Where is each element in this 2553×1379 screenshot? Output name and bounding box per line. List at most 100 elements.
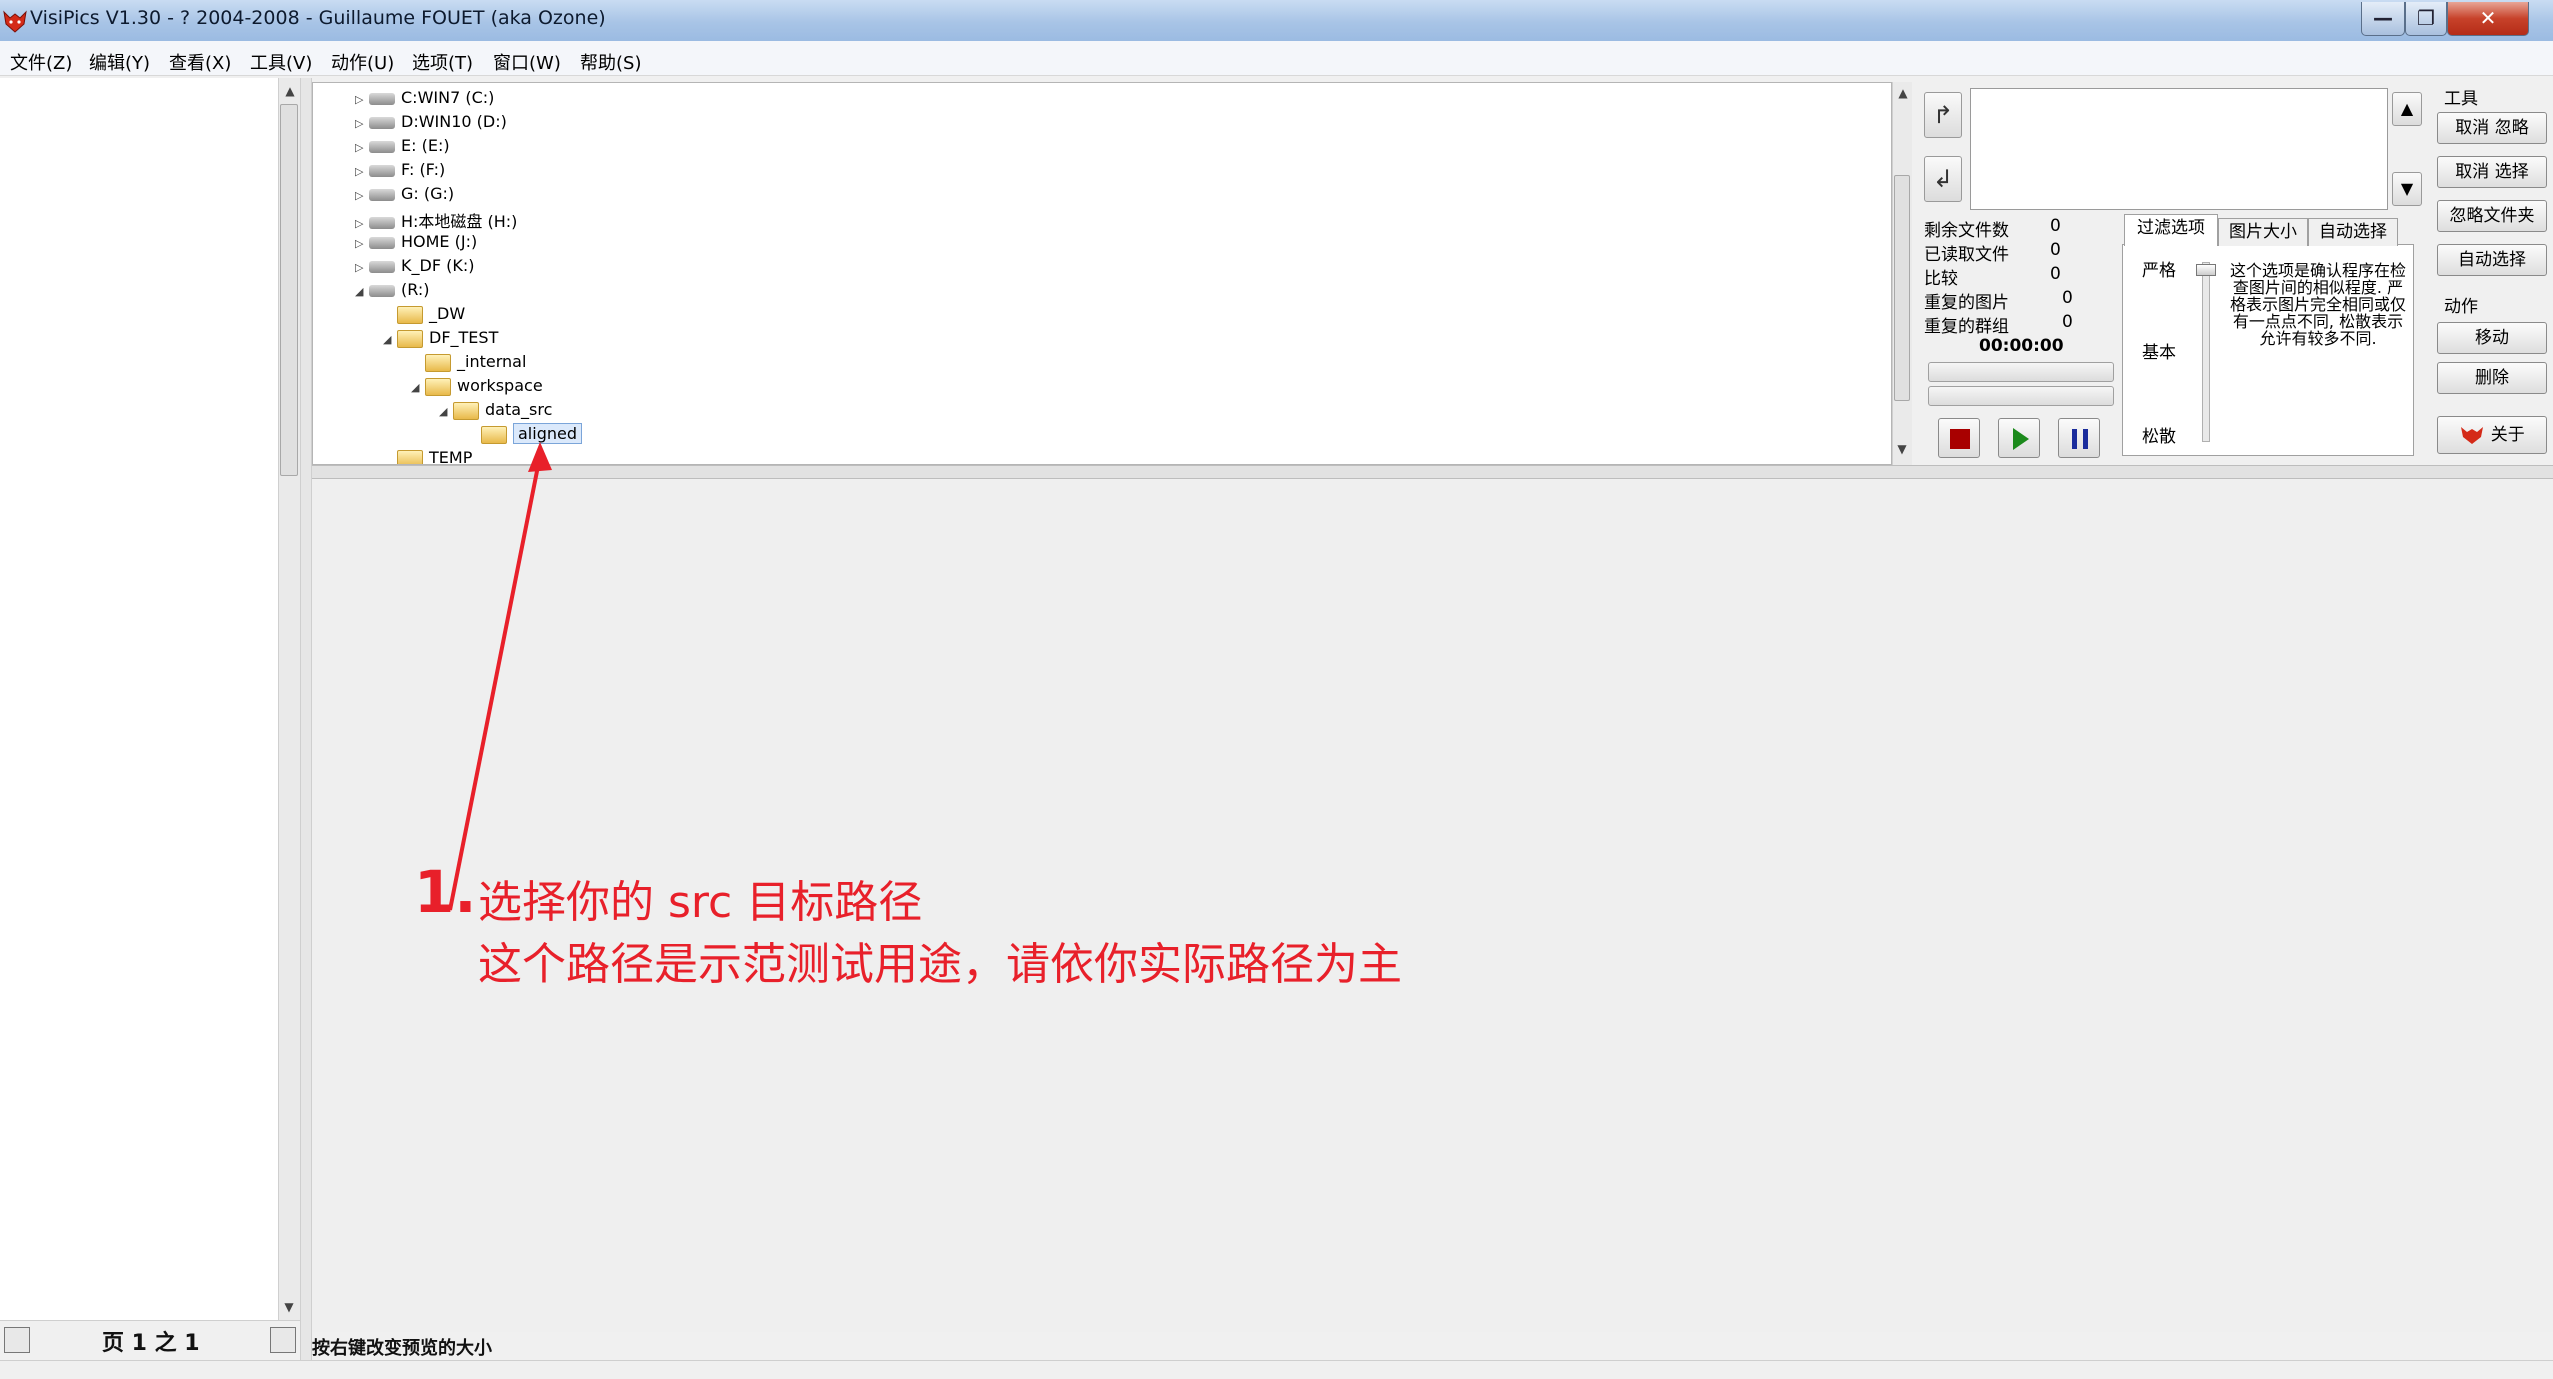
- tree-item[interactable]: ▷ H:本地磁盘 (H:): [355, 208, 517, 232]
- tab-image-size[interactable]: 图片大小: [2218, 218, 2308, 246]
- move-down-icon[interactable]: ▼: [2392, 172, 2422, 206]
- scroll-down-icon[interactable]: ▼: [278, 1300, 300, 1314]
- tree-item[interactable]: _internal: [411, 352, 526, 376]
- remove-folder-icon[interactable]: ↲: [1924, 156, 1962, 202]
- vertical-splitter[interactable]: [300, 78, 312, 1360]
- duplicate-pictures-value: 0: [2062, 288, 2073, 308]
- next-page-icon[interactable]: [270, 1327, 296, 1353]
- duplicate-groups-value: 0: [2062, 312, 2073, 332]
- close-button[interactable]: ✕: [2447, 2, 2529, 36]
- tree-item[interactable]: ◢ DF_TEST: [383, 328, 498, 352]
- status-bar: [0, 1360, 2553, 1379]
- drive-icon: [369, 164, 395, 177]
- delete-button[interactable]: 删除: [2437, 362, 2547, 394]
- menu-window[interactable]: 窗口(W): [493, 49, 561, 75]
- expand-icon[interactable]: ▷: [355, 117, 369, 130]
- scan-path-list[interactable]: [1970, 88, 2388, 210]
- tree-item[interactable]: _DW: [383, 304, 465, 328]
- tree-item[interactable]: ◢ workspace: [411, 376, 543, 400]
- minimize-button[interactable]: —: [2361, 2, 2405, 36]
- collapse-icon[interactable]: ◢: [355, 285, 369, 298]
- filter-slider-handle[interactable]: [2196, 264, 2216, 276]
- menu-file[interactable]: 文件(Z): [10, 49, 72, 75]
- menu-edit[interactable]: 编辑(Y): [89, 49, 150, 75]
- tab-filter-options[interactable]: 过滤选项: [2124, 214, 2218, 246]
- collapse-icon[interactable]: ◢: [383, 333, 397, 346]
- play-icon: [2013, 428, 2029, 450]
- tree-item[interactable]: ◢ (R:): [355, 280, 430, 304]
- read-files-value: 0: [2050, 240, 2061, 260]
- annotation-arrow: [448, 442, 552, 911]
- tree-scroll-thumb[interactable]: [1894, 175, 1910, 401]
- loose-label: 松散: [2142, 427, 2176, 447]
- read-files-label: 已读取文件: [1924, 245, 2009, 265]
- cancel-select-button[interactable]: 取消 选择: [2437, 156, 2547, 188]
- preview-hint: 按右键改变预览的大小: [312, 1338, 492, 1359]
- filter-description: 这个选项是确认程序在检查图片间的相似程度. 严格表示图片完全相同或仅有一点点不同…: [2229, 261, 2406, 348]
- collapse-icon[interactable]: ◢: [411, 381, 425, 394]
- tree-item[interactable]: ▷ C:WIN7 (C:): [355, 88, 494, 112]
- auto-select-button[interactable]: 自动选择: [2437, 244, 2547, 276]
- expand-icon[interactable]: ▷: [355, 165, 369, 178]
- tree-item[interactable]: ▷ D:WIN10 (D:): [355, 112, 507, 136]
- menu-help[interactable]: 帮助(S): [580, 49, 641, 75]
- filter-slider-track[interactable]: [2202, 262, 2210, 442]
- annotation-step-number: 1.: [414, 858, 477, 926]
- basic-label: 基本: [2142, 343, 2176, 363]
- folder-tree[interactable]: ▷ C:WIN7 (C:) ▷ D:WIN10 (D:) ▷ E: (E:) ▷ F: …: [312, 82, 1892, 465]
- expand-icon[interactable]: ▷: [355, 237, 369, 250]
- tree-item[interactable]: ◢ data_src: [439, 400, 552, 424]
- tree-item[interactable]: ▷ K_DF (K:): [355, 256, 474, 280]
- app-logo-icon: [3, 10, 27, 33]
- prev-page-icon[interactable]: [4, 1327, 30, 1353]
- move-button[interactable]: 移动: [2437, 322, 2547, 354]
- scroll-down-icon[interactable]: ▼: [1892, 442, 1912, 456]
- tools-group-label: 工具: [2444, 89, 2478, 109]
- drive-icon: [369, 116, 395, 129]
- annotation-line-1: 选择你的 src 目标路径: [478, 877, 923, 928]
- compare-label: 比较: [1924, 269, 1958, 289]
- menu-view[interactable]: 查看(X): [169, 49, 231, 75]
- duplicate-groups-label: 重复的群组: [1924, 317, 2009, 337]
- fox-logo-icon: [2461, 427, 2484, 444]
- expand-icon[interactable]: ▷: [355, 93, 369, 106]
- expand-icon[interactable]: ▷: [355, 141, 369, 154]
- tab-auto-select[interactable]: 自动选择: [2308, 218, 2398, 246]
- stop-button[interactable]: [1938, 418, 1980, 458]
- tree-item[interactable]: ▷ E: (E:): [355, 136, 450, 160]
- expand-icon[interactable]: ▷: [355, 217, 369, 230]
- thumbnail-scroll-thumb[interactable]: [280, 104, 298, 476]
- maximize-button[interactable]: ❐: [2405, 2, 2447, 36]
- menu-tools[interactable]: 工具(V): [250, 49, 312, 75]
- folder-icon: [397, 449, 423, 464]
- pause-icon: [2072, 429, 2088, 449]
- move-up-icon[interactable]: ▲: [2392, 92, 2422, 126]
- tree-item[interactable]: ▷ G: (G:): [355, 184, 454, 208]
- compare-value: 0: [2050, 264, 2061, 284]
- elapsed-timer: 00:00:00: [1979, 336, 2064, 356]
- play-button[interactable]: [1998, 418, 2040, 458]
- add-folder-icon[interactable]: ↱: [1924, 92, 1962, 138]
- remaining-files-value: 0: [2050, 216, 2061, 236]
- action-group-label: 动作: [2444, 297, 2478, 317]
- cancel-ignore-button[interactable]: 取消 忽略: [2437, 112, 2547, 144]
- about-button[interactable]: 关于: [2437, 416, 2547, 454]
- expand-icon[interactable]: ▷: [355, 189, 369, 202]
- tree-item[interactable]: ▷ HOME (J:): [355, 232, 477, 256]
- pause-button[interactable]: [2058, 418, 2100, 458]
- expand-icon[interactable]: ▷: [355, 261, 369, 274]
- ignore-folder-button[interactable]: 忽略文件夹: [2437, 200, 2547, 232]
- scroll-up-icon[interactable]: ▲: [1893, 86, 1913, 100]
- menu-options[interactable]: 选项(T): [412, 49, 473, 75]
- folder-icon: [397, 305, 423, 324]
- folder-icon: [425, 353, 451, 372]
- folder-open-icon: [425, 377, 451, 396]
- collapse-icon[interactable]: ◢: [439, 405, 453, 418]
- horizontal-splitter[interactable]: [312, 465, 2553, 479]
- folder-open-icon: [397, 329, 423, 348]
- menu-action[interactable]: 动作(U): [331, 49, 394, 75]
- scroll-up-icon[interactable]: ▲: [279, 84, 301, 98]
- tree-item[interactable]: ▷ F: (F:): [355, 160, 445, 184]
- thumbnail-panel[interactable]: [0, 78, 278, 1320]
- network-drive-icon: [369, 236, 395, 249]
